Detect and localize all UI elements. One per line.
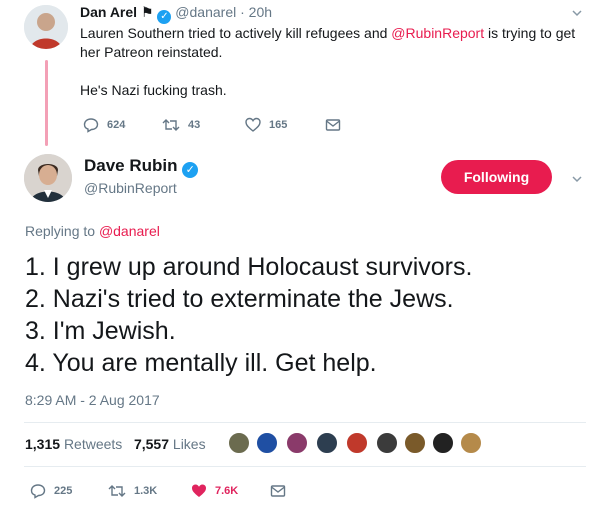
parent-replies-count: 624 (107, 119, 126, 131)
liker-avatar[interactable] (286, 432, 308, 454)
retweet-action[interactable]: 1.3K (108, 483, 157, 499)
parent-tweet-line-1: Lauren Southern tried to actively kill r… (80, 24, 590, 43)
liker-avatar[interactable] (316, 432, 338, 454)
dave-rubin-avatar[interactable] (24, 154, 72, 202)
verified-icon: ✓ (157, 10, 172, 24)
stats-top-divider (24, 422, 586, 423)
parent-likes-count: 165 (269, 119, 288, 131)
heart-icon (245, 117, 261, 132)
tweet-body-line-1: 1. I grew up around Holocaust survivors. (25, 253, 473, 281)
liker-avatar[interactable] (228, 432, 250, 454)
replying-to: Replying to @danarel (25, 223, 160, 239)
parent-author-name[interactable]: Dan Arel (80, 4, 137, 20)
retweet-icon (108, 485, 126, 497)
parent-retweet-action[interactable]: 43 (162, 117, 200, 133)
thread-connector (45, 60, 48, 146)
likes-action-count: 7.6K (215, 485, 239, 497)
liker-avatar[interactable] (404, 432, 426, 454)
parent-tweet-header: Dan Arel ⚑ ✓ @danarel · 20h (80, 4, 272, 24)
mention-link[interactable]: @RubinReport (391, 25, 484, 41)
envelope-icon (325, 119, 341, 131)
replies-count: 225 (54, 485, 73, 497)
parent-retweets-count: 43 (188, 119, 201, 131)
dm-action[interactable] (270, 483, 286, 499)
liker-avatar[interactable] (376, 432, 398, 454)
retweets-action-count: 1.3K (134, 485, 158, 497)
retweet-icon (162, 119, 180, 131)
liker-avatar[interactable] (256, 432, 278, 454)
tweet-body-line-3: 3. I'm Jewish. (25, 317, 176, 345)
main-author-handle[interactable]: @RubinReport (84, 180, 177, 196)
chevron-down-icon[interactable] (572, 174, 582, 184)
replying-to-link[interactable]: @danarel (99, 223, 160, 239)
likes-count[interactable]: 7,557 (134, 436, 169, 452)
flag-icon: ⚑ (140, 4, 154, 20)
replying-prefix: Replying to (25, 223, 99, 239)
parent-text-a: Lauren Southern tried to actively kill r… (80, 25, 392, 41)
retweets-count[interactable]: 1,315 (25, 436, 60, 452)
parent-tweet-time[interactable]: 20h (249, 4, 272, 20)
liker-avatar[interactable] (346, 432, 368, 454)
parent-tweet-text: Lauren Southern tried to actively kill r… (80, 24, 590, 100)
parent-reply-action[interactable]: 624 (83, 117, 125, 133)
parent-tweet-line-2: her Patreon reinstated. (80, 44, 223, 60)
dan-arel-avatar-image (24, 5, 68, 49)
tweet-body-line-2: 2. Nazi's tried to exterminate the Jews. (25, 285, 454, 313)
likes-label[interactable]: Likes (173, 436, 206, 452)
parent-author-handle[interactable]: @danarel (175, 4, 236, 20)
tweet-stats: 1,315 Retweets 7,557 Likes (25, 436, 206, 452)
following-button[interactable]: Following (441, 160, 552, 194)
main-author-name[interactable]: Dave Rubin ✓ (84, 156, 199, 178)
retweets-label[interactable]: Retweets (64, 436, 122, 452)
chevron-down-icon[interactable] (572, 8, 582, 18)
tweet-body-line-4: 4. You are mentally ill. Get help. (25, 349, 377, 377)
parent-dm-action[interactable] (325, 117, 341, 133)
stats-bottom-divider (24, 466, 586, 467)
dan-arel-avatar[interactable] (24, 5, 68, 49)
like-action[interactable]: 7.6K (191, 483, 238, 499)
dave-rubin-avatar-image (24, 154, 72, 202)
reply-icon (83, 118, 99, 133)
parent-like-action[interactable]: 165 (245, 117, 287, 133)
parent-text-b: is trying to get (484, 25, 576, 41)
reply-action[interactable]: 225 (30, 483, 72, 499)
heart-icon (192, 484, 206, 497)
tweet-timestamp[interactable]: 8:29 AM - 2 Aug 2017 (25, 392, 160, 408)
reply-icon (30, 484, 46, 499)
separator-dot: · (240, 4, 245, 20)
liker-avatar[interactable] (432, 432, 454, 454)
main-author-name-text: Dave Rubin (84, 156, 178, 175)
liker-avatar[interactable] (460, 432, 482, 454)
parent-tweet-line-3: He's Nazi fucking trash. (80, 82, 227, 98)
verified-icon: ✓ (182, 162, 199, 178)
envelope-icon (270, 485, 286, 497)
